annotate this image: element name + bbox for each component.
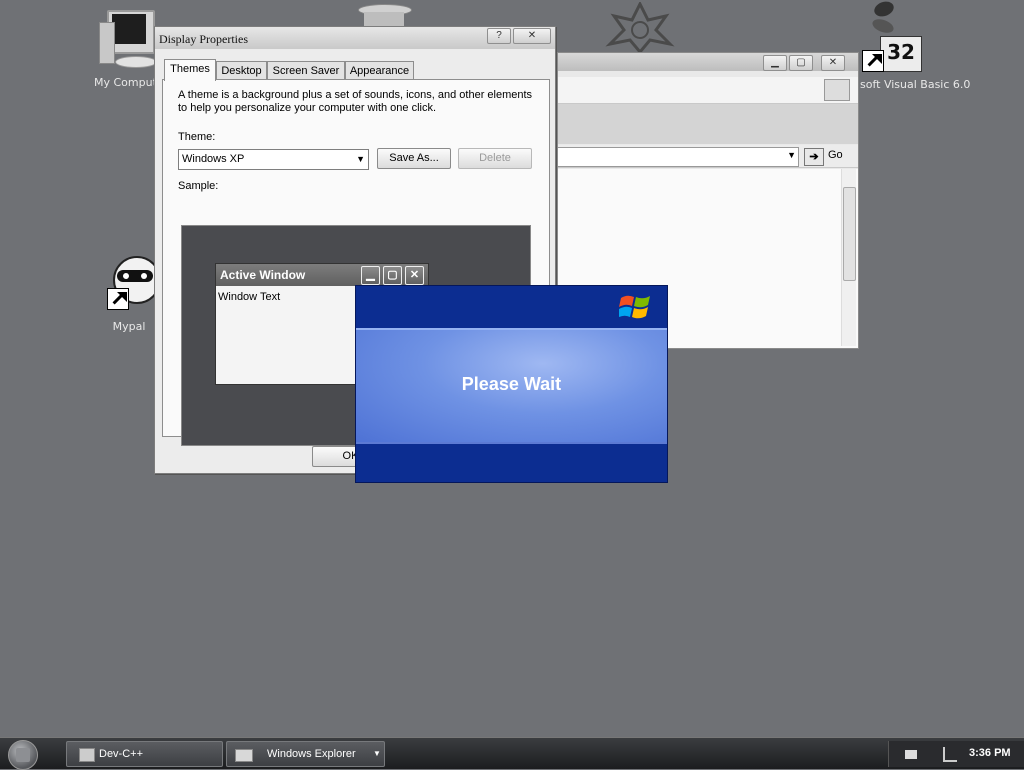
- chevron-down-icon[interactable]: ▼: [356, 150, 365, 169]
- start-button[interactable]: [8, 740, 38, 770]
- computer-icon: [95, 8, 157, 70]
- explorer-toolbar: [558, 104, 858, 144]
- tray-area: 3:36 PM: [888, 741, 1024, 767]
- close-button[interactable]: ✕: [513, 28, 551, 44]
- please-wait-message: Please Wait: [461, 374, 562, 394]
- folder-icon: [235, 749, 253, 762]
- explorer-titlebar[interactable]: ▁ ▢ ✕: [558, 53, 858, 71]
- sample-label: Sample:: [178, 180, 219, 192]
- delete-button[interactable]: Delete: [458, 148, 532, 169]
- explorer-menubar: [558, 77, 858, 104]
- maximize-icon: ▢: [383, 266, 402, 285]
- recycle-bin-icon[interactable]: [358, 4, 412, 26]
- devcpp-icon: [79, 748, 95, 762]
- close-button[interactable]: ✕: [821, 55, 845, 71]
- chevron-down-icon[interactable]: ▼: [787, 150, 796, 160]
- shortcut-arrow-icon: [862, 50, 884, 72]
- sample-window-title: Active Window: [220, 268, 306, 282]
- dialog-title: Display Properties: [159, 32, 248, 46]
- shortcut-arrow-icon: [107, 288, 129, 310]
- tab-appearance[interactable]: Appearance: [345, 61, 414, 81]
- vb6-icon: 32: [858, 0, 922, 72]
- taskbar-item-label: Dev-C++: [99, 748, 144, 760]
- theme-dropdown[interactable]: Windows XP ▼: [178, 149, 369, 170]
- minimize-icon: ▁: [361, 266, 380, 285]
- theme-label: Theme:: [178, 131, 216, 143]
- taskbar-item-label: Windows Explorer: [267, 748, 356, 760]
- address-bar[interactable]: ▼ ➔ Go: [558, 145, 858, 168]
- desktop-icon-vb6[interactable]: 32 soft Visual Basic 6.0: [856, 0, 976, 91]
- go-button-label[interactable]: Go: [828, 149, 843, 161]
- sample-window-caption: Active Window ▁ ▢ ✕: [216, 264, 428, 286]
- clock[interactable]: 3:36 PM: [969, 747, 1011, 759]
- maximize-button[interactable]: ▢: [789, 55, 813, 71]
- tab-themes[interactable]: Themes: [164, 59, 216, 81]
- keyboard-icon[interactable]: [905, 750, 917, 759]
- help-button[interactable]: ?: [487, 28, 511, 44]
- theme-description: A theme is a background plus a set of so…: [178, 89, 533, 114]
- tab-desktop[interactable]: Desktop: [216, 61, 267, 81]
- taskbar-item-devcpp[interactable]: Dev-C++: [66, 741, 223, 767]
- dialog-titlebar[interactable]: Display Properties ? ✕: [155, 27, 555, 49]
- minimize-button[interactable]: ▁: [763, 55, 787, 71]
- address-input[interactable]: ▼: [558, 147, 799, 167]
- go-arrow-icon[interactable]: ➔: [804, 148, 824, 166]
- please-wait-dialog: Please Wait: [355, 285, 668, 483]
- windows-flag-icon: [824, 79, 850, 101]
- chevron-down-icon[interactable]: ▼: [373, 742, 381, 766]
- vertical-scrollbar[interactable]: [841, 169, 856, 346]
- sample-window-text: Window Text: [218, 291, 281, 303]
- tab-screen-saver[interactable]: Screen Saver: [267, 61, 345, 81]
- save-as-button[interactable]: Save As...: [377, 148, 451, 169]
- star-ornament-icon: [604, 0, 676, 55]
- raccoon-icon: [99, 250, 161, 316]
- close-icon: ✕: [405, 266, 424, 285]
- windows-logo-icon: [617, 292, 653, 322]
- scroll-thumb[interactable]: [843, 187, 856, 281]
- network-icon[interactable]: [943, 747, 957, 762]
- taskbar-item-windows-explorer[interactable]: Windows Explorer ▼: [226, 741, 385, 767]
- theme-dropdown-value: Windows XP: [182, 153, 245, 165]
- windows-orb-icon: [16, 748, 30, 762]
- taskbar: Dev-C++ Windows Explorer ▼ 3:36 PM: [0, 737, 1024, 770]
- desktop-icon-label: soft Visual Basic 6.0: [860, 78, 971, 91]
